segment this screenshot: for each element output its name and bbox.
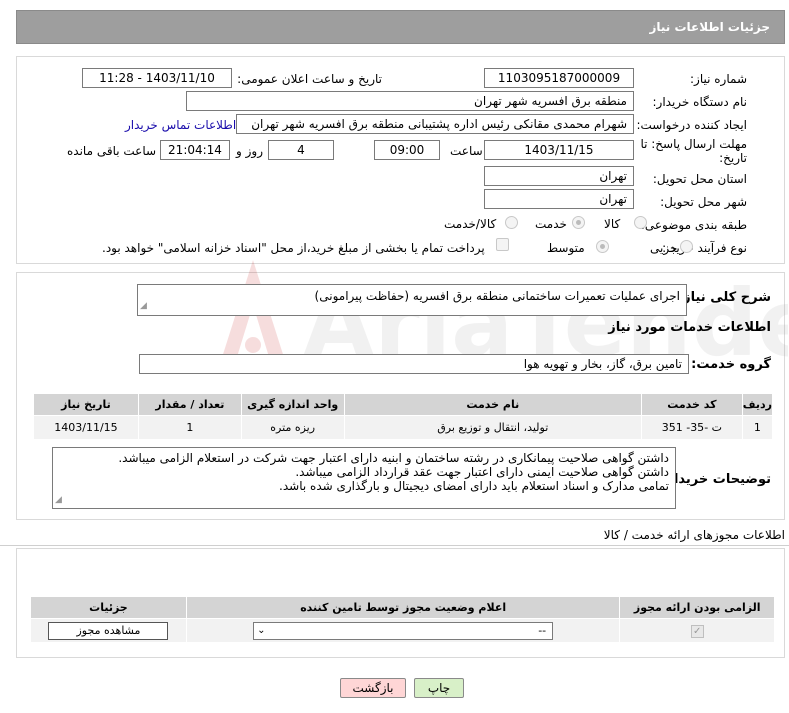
city-field: تهران xyxy=(484,189,634,209)
services-table: ردیف کد خدمت نام خدمت واحد اندازه گیری ت… xyxy=(33,393,774,440)
requester-label: ایجاد کننده درخواست: xyxy=(636,118,747,132)
summary-label: شرح کلی نیاز: xyxy=(677,290,771,305)
status-select-value: -- xyxy=(538,623,547,637)
buyer-note-line: داشتن گواهی صلاحیت ایمنی دارای اعتبار جه… xyxy=(295,465,669,479)
service-group-field: تامین برق، گاز، بخار و تهویه هوا xyxy=(139,354,689,374)
cell-unit: ریزه متره xyxy=(240,415,345,440)
province-label: استان محل تحویل: xyxy=(652,172,747,186)
summary-text: اجرای عملیات تعمیرات ساختمانی منطقه برق … xyxy=(314,289,680,303)
permits-section-title: اطلاعات مجوزهای ارائه خدمت / کالا xyxy=(603,528,785,542)
col-qty: تعداد / مقدار xyxy=(137,393,242,416)
required-checkbox[interactable]: ✓ xyxy=(690,624,704,638)
permits-table: الزامی بودن ارائه مجوز اعلام وضعیت مجوز … xyxy=(30,596,775,643)
deadline-time-field: 09:00 xyxy=(374,140,440,160)
category-option-service: خدمت xyxy=(535,217,567,231)
cell-status: -- ⌄ xyxy=(185,618,621,643)
col-status: اعلام وضعیت مجوز توسط تامین کننده xyxy=(185,596,621,619)
service-group-label: گروه خدمت: xyxy=(691,357,771,372)
days-field: 4 xyxy=(268,140,334,160)
remaining-time-field: 21:04:14 xyxy=(160,140,230,160)
header-bar: جزئیات اطلاعات نیاز xyxy=(16,10,785,44)
col-details: جزئیات xyxy=(30,596,187,619)
category-radio-service[interactable] xyxy=(572,216,585,229)
need-number-label: شماره نیاز: xyxy=(690,72,747,86)
category-radio-both[interactable] xyxy=(505,216,518,229)
col-code: کد خدمت xyxy=(640,393,743,416)
remaining-label: ساعت باقی مانده xyxy=(67,144,157,158)
buyer-note-line: داشتن گواهی صلاحیت پیمانکاری در رشته ساخ… xyxy=(118,451,669,465)
col-required: الزامی بودن ارائه مجوز xyxy=(619,596,775,619)
deadline-label-2: تاریخ: xyxy=(719,151,747,165)
category-option-both: کالا/خدمت xyxy=(444,217,497,231)
cell-details: مشاهده مجوز xyxy=(30,618,187,643)
requester-field: شهرام محمدی مقانکی رئیس اداره پشتیبانی م… xyxy=(236,114,634,134)
buyer-org-field: منطقه برق افسریه شهر تهران xyxy=(186,91,634,111)
print-button[interactable]: چاپ xyxy=(414,678,464,698)
view-permit-button[interactable]: مشاهده مجوز xyxy=(48,621,169,640)
city-label: شهر محل تحویل: xyxy=(660,195,747,209)
cell-required: ✓ xyxy=(619,618,775,643)
announce-field: 1403/11/10 - 11:28 xyxy=(82,68,232,88)
col-date: تاریخ نیاز xyxy=(33,393,139,416)
back-button[interactable]: بازگشت xyxy=(340,678,406,698)
resize-grip-icon[interactable]: ◢ xyxy=(140,298,147,314)
cell-code: ت -35- 351 xyxy=(640,415,743,440)
services-section-title: اطلاعات خدمات مورد نیاز xyxy=(608,320,771,335)
process-option-medium: متوسط xyxy=(547,241,585,255)
process-radio-minor[interactable] xyxy=(680,240,693,253)
table-row: ✓ -- ⌄ مشاهده مجوز xyxy=(30,618,775,643)
permits-table-header: الزامی بودن ارائه مجوز اعلام وضعیت مجوز … xyxy=(30,596,775,619)
treasury-checkbox[interactable] xyxy=(496,238,509,251)
buyer-note-line: تمامی مدارک و اسناد استعلام باید دارای ا… xyxy=(279,479,669,493)
buyer-notes-textarea: داشتن گواهی صلاحیت پیمانکاری در رشته ساخ… xyxy=(52,447,676,509)
table-row: 1 ت -35- 351 تولید، انتقال و توزیع برق ر… xyxy=(33,415,774,440)
need-number-field: 1103095187000009 xyxy=(484,68,634,88)
payment-note: پرداخت تمام یا بخشی از مبلغ خرید،از محل … xyxy=(102,241,485,255)
col-name: نام خدمت xyxy=(343,393,642,416)
contact-link[interactable]: اطلاعات تماس خریدار xyxy=(125,117,236,133)
category-option-goods: کالا xyxy=(604,217,621,231)
time-label: ساعت xyxy=(450,144,483,158)
province-field: تهران xyxy=(484,166,634,186)
process-option-minor: جزیی xyxy=(650,241,678,255)
chevron-down-icon: ⌄ xyxy=(257,624,266,636)
col-unit: واحد اندازه گیری xyxy=(240,393,345,416)
cell-date: 1403/11/15 xyxy=(33,415,139,440)
cell-qty: 1 xyxy=(137,415,242,440)
col-row: ردیف xyxy=(741,393,774,416)
status-select[interactable]: -- ⌄ xyxy=(253,621,554,640)
buyer-org-label: نام دستگاه خریدار: xyxy=(652,95,748,109)
summary-textarea: اجرای عملیات تعمیرات ساختمانی منطقه برق … xyxy=(137,284,687,316)
page-title: جزئیات اطلاعات نیاز xyxy=(649,20,770,34)
days-label: روز و xyxy=(236,144,263,158)
permits-title-bar: اطلاعات مجوزهای ارائه خدمت / کالا xyxy=(0,526,789,546)
resize-grip-icon[interactable]: ◢ xyxy=(55,493,62,507)
deadline-date-field: 1403/11/15 xyxy=(484,140,634,160)
cell-row: 1 xyxy=(741,415,774,440)
category-radio-goods[interactable] xyxy=(634,216,647,229)
services-table-header: ردیف کد خدمت نام خدمت واحد اندازه گیری ت… xyxy=(33,393,774,416)
cell-name: تولید، انتقال و توزیع برق xyxy=(343,415,642,440)
buyer-notes-label: توضیحات خریدار: xyxy=(661,472,771,487)
category-label: طبقه بندی موضوعی: xyxy=(640,218,747,232)
process-radio-medium[interactable] xyxy=(596,240,609,253)
announce-label: تاریخ و ساعت اعلان عمومی: xyxy=(237,72,382,86)
